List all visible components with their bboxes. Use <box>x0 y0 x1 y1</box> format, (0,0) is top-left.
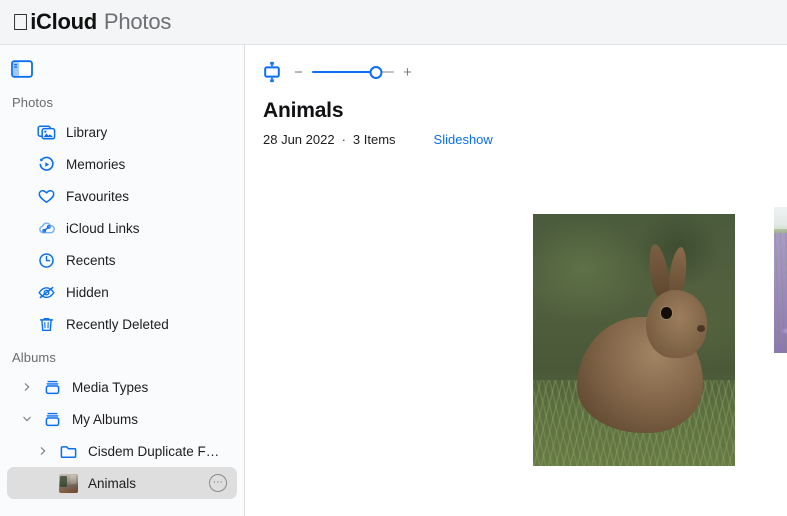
page-title: Animals <box>245 87 787 123</box>
zoom-control: − + <box>293 65 413 80</box>
sidebar-item-hidden[interactable]: Hidden <box>7 276 237 308</box>
slider-fill <box>312 71 376 74</box>
aspect-ratio-icon[interactable] <box>263 61 281 83</box>
chevron-down-icon[interactable] <box>21 414 33 424</box>
cloud-link-icon <box>37 219 56 238</box>
album-thumbnail <box>59 474 78 493</box>
chevron-right-icon[interactable] <box>37 446 49 456</box>
sidebar-item-icloud-links[interactable]: iCloud Links <box>7 212 237 244</box>
sidebar-item-label: Recently Deleted <box>66 317 169 332</box>
sidebar-item-favourites[interactable]: Favourites <box>7 180 237 212</box>
sidebar-item-recents[interactable]: Recents <box>7 244 237 276</box>
album-date: 28 Jun 2022 <box>263 132 335 147</box>
zoom-in-button[interactable]: + <box>402 65 413 80</box>
sidebar-item-label: iCloud Links <box>66 221 140 236</box>
main-content: − + Animals 28 Jun 2022 · 3 Items Slides… <box>245 45 787 516</box>
album-stack-icon <box>43 410 62 429</box>
sidebar-item-memories[interactable]: Memories <box>7 148 237 180</box>
sidebar: Photos Library <box>0 45 245 516</box>
rabbit-eye <box>661 307 672 318</box>
sidebar-item-my-albums[interactable]: My Albums <box>7 403 237 435</box>
sidebar-item-label: Library <box>66 125 107 140</box>
icloud-photos-app:  iCloud Photos Photos <box>0 0 787 516</box>
dog-photo[interactable] <box>774 207 787 353</box>
meta-separator: · <box>335 132 353 147</box>
sidebar-item-label: Cisdem Duplicate F… <box>88 444 219 459</box>
rabbit-nose <box>697 325 705 333</box>
photo-stack-icon <box>37 123 56 142</box>
album-item-count: 3 Items <box>353 132 396 147</box>
section-title-albums: Albums <box>0 340 244 371</box>
brand-primary: iCloud <box>30 9 97 35</box>
sidebar-item-label: Favourites <box>66 189 129 204</box>
app-body: Photos Library <box>0 45 787 516</box>
sidebar-item-label: My Albums <box>72 412 138 427</box>
sidebar-item-label: Media Types <box>72 380 148 395</box>
sidebar-item-label: Memories <box>66 157 125 172</box>
slider-knob[interactable] <box>369 66 382 79</box>
album-more-options-button[interactable]: ⋯ <box>209 474 227 492</box>
sidebar-toggle-icon[interactable] <box>11 60 33 78</box>
sidebar-item-animals[interactable]: Animals ⋯ <box>7 467 237 499</box>
sidebar-item-label: Animals <box>88 476 136 491</box>
toolbar: − + <box>245 45 787 87</box>
photo-grid <box>245 165 787 516</box>
sidebar-item-label: Recents <box>66 253 116 268</box>
apple-logo-icon:  <box>12 11 29 34</box>
rabbit-photo[interactable] <box>533 214 735 466</box>
sidebar-item-library[interactable]: Library <box>7 116 237 148</box>
sidebar-toggle-row <box>0 53 244 85</box>
album-meta: 28 Jun 2022 · 3 Items Slideshow <box>245 123 787 147</box>
titlebar:  iCloud Photos <box>0 0 787 45</box>
heart-icon <box>37 187 56 206</box>
brand-secondary: Photos <box>104 9 171 35</box>
chevron-right-icon[interactable] <box>21 382 33 392</box>
memories-icon <box>37 155 56 174</box>
sidebar-item-label: Hidden <box>66 285 109 300</box>
eye-slash-icon <box>37 283 56 302</box>
rabbit-head <box>646 290 707 358</box>
slideshow-link[interactable]: Slideshow <box>434 132 493 147</box>
trash-icon <box>37 315 56 334</box>
sidebar-item-recently-deleted[interactable]: Recently Deleted <box>7 308 237 340</box>
sidebar-item-cisdem-duplicate-finder[interactable]: Cisdem Duplicate F… <box>7 435 237 467</box>
sidebar-item-media-types[interactable]: Media Types <box>7 371 237 403</box>
zoom-slider[interactable] <box>312 65 394 79</box>
folder-icon <box>59 442 78 461</box>
section-title-photos: Photos <box>0 85 244 116</box>
zoom-out-button[interactable]: − <box>293 65 304 80</box>
album-stack-icon <box>43 378 62 397</box>
clock-icon <box>37 251 56 270</box>
dog-foreground-flowers <box>774 298 787 353</box>
brand:  iCloud Photos <box>12 9 171 35</box>
